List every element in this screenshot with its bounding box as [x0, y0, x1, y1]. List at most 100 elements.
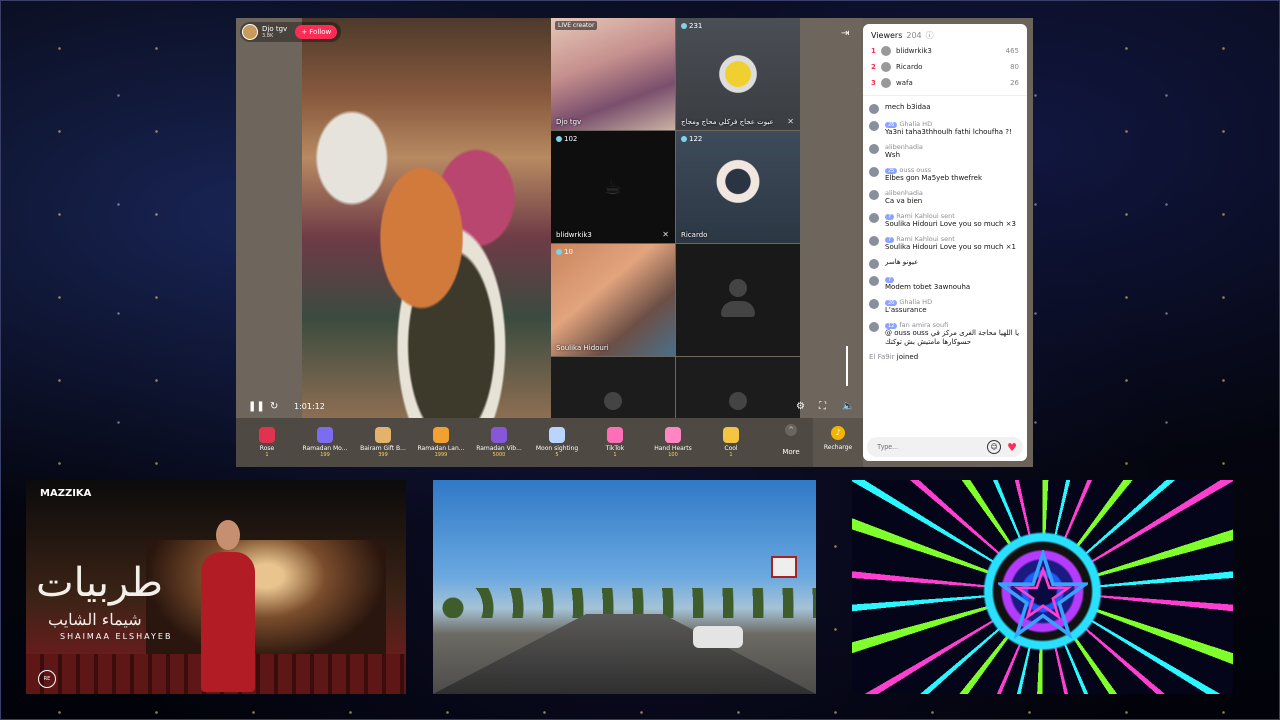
message-text: عيونو هاسر	[885, 258, 919, 266]
message-text: mech b3idaa	[885, 103, 931, 111]
volume-icon[interactable]: 🔈	[842, 401, 854, 412]
video-area: Djo tgv 3.8K + Follow LIVE creator Djo t…	[236, 18, 863, 467]
gift-icon	[607, 427, 623, 443]
chat-message[interactable]: 7 Modem tobet 3awnouha	[863, 272, 1027, 295]
pause-icon[interactable]: ❚❚	[248, 401, 265, 412]
score-icon	[681, 136, 687, 142]
viewer-name: wafa	[896, 79, 913, 87]
guest-score: 102	[556, 135, 577, 143]
gift-price: 1	[265, 452, 269, 458]
avatar	[881, 46, 891, 56]
music-video-panel[interactable]: MAZZIKA طربيات شيماء الشايب SHAIMAA ELSH…	[26, 480, 406, 694]
chat-message[interactable]: 7 Rami Kahloui sent Soulika Hidouri Love y…	[863, 209, 1027, 232]
live-creator-badge: LIVE creator	[555, 21, 598, 30]
chat-message[interactable]: 25 ouss ouss Elbes gon Ma5yeb thwefrek	[863, 163, 1027, 186]
road	[433, 614, 816, 694]
message-author: 12 fan amira soufi	[885, 321, 1021, 329]
gift-item[interactable]: Hand Hearts 100	[644, 427, 702, 458]
gift-item[interactable]: TikTok 1	[586, 427, 644, 458]
gift-name: Moon sighting	[535, 445, 579, 452]
live-stream-window: Djo tgv 3.8K + Follow LIVE creator Djo t…	[236, 18, 1033, 467]
follow-button[interactable]: + Follow	[295, 25, 338, 39]
host-info[interactable]: Djo tgv 3.8K + Follow	[240, 22, 342, 42]
info-icon[interactable]: ⓘ	[926, 30, 934, 41]
guest-tile[interactable]: 102 ☕ blidwrkik3 ✕	[551, 131, 675, 243]
top-viewer-row[interactable]: 2 Ricardo 80	[863, 59, 1027, 75]
chat-message[interactable]: alibenhadia Ca va bien	[863, 186, 1027, 209]
parked-car	[693, 626, 743, 648]
message-author: 26 Ghalia HD	[885, 298, 932, 306]
chat-message[interactable]: alibenhadia Wsh	[863, 140, 1027, 163]
host-avatar[interactable]	[242, 24, 258, 40]
volume-slider[interactable]	[846, 346, 848, 386]
empty-seat[interactable]	[676, 244, 800, 356]
main-video-feed[interactable]	[302, 18, 551, 418]
gift-item[interactable]: Ramadan Lan... 1999	[412, 427, 470, 458]
chat-message[interactable]: 12 fan amira soufi @ ouss ouss يا اللهيا م…	[863, 318, 1027, 350]
gift-name: Bairam Gift B...	[360, 445, 406, 452]
stage-image	[146, 540, 386, 660]
avatar	[869, 144, 879, 154]
score-icon	[556, 249, 562, 255]
guest-tile[interactable]: LIVE creator Djo tgv	[551, 18, 675, 130]
artist-name-arabic: شيماء الشايب	[48, 610, 142, 629]
viewers-header[interactable]: Viewers 204 ⓘ	[863, 24, 1027, 43]
gift-price: 399	[378, 452, 388, 458]
guest-score: 122	[681, 135, 702, 143]
gift-item[interactable]: Moon sighting 5	[528, 427, 586, 458]
song-title: طربيات	[36, 560, 163, 606]
guest-tile[interactable]: 122 Ricardo	[676, 131, 800, 243]
chat-input[interactable]	[875, 442, 988, 452]
gift-icon	[491, 427, 507, 443]
like-heart-icon[interactable]: ♥	[1007, 441, 1017, 454]
guest-name: blidwrkik3	[556, 231, 592, 239]
gift-item[interactable]: Ramadan Mo... 199	[296, 427, 354, 458]
driving-video-panel[interactable]	[433, 480, 816, 694]
avatar	[869, 236, 879, 246]
gift-price: 5	[555, 452, 559, 458]
viewer-name: blidwrkik3	[896, 47, 932, 55]
gift-price: 100	[668, 452, 678, 458]
guest-score: 231	[681, 22, 702, 30]
gift-item[interactable]: Ramadan Vib... 5000	[470, 427, 528, 458]
guest-tile[interactable]: 10 Soulika Hidouri	[551, 244, 675, 356]
neon-star-icon	[998, 550, 1088, 640]
more-gifts-button[interactable]: ^ More	[776, 424, 806, 456]
neon-tunnel-panel[interactable]	[852, 480, 1233, 694]
gift-price: 1	[613, 452, 617, 458]
gift-item[interactable]: Cool 1	[702, 427, 760, 458]
top-viewer-row[interactable]: 1 blidwrkik3 465	[863, 43, 1027, 59]
gift-item[interactable]: Rose 1	[238, 427, 296, 458]
chat-message[interactable]: mech b3idaa	[863, 100, 1027, 117]
gift-name: Cool	[724, 445, 738, 452]
chat-message[interactable]: 7 Rami Kahloui sent Soulika Hidouri Love y…	[863, 232, 1027, 255]
emoji-icon[interactable]: ☺	[987, 440, 1002, 454]
gift-price: 5000	[492, 452, 506, 458]
chat-message[interactable]: 26 Ghalia HD L'assurance	[863, 295, 1027, 318]
chat-message[interactable]: 26 Ghalia HD Ya3ni taha3thhoulh fathi lcho…	[863, 117, 1027, 140]
top-viewer-row[interactable]: 3 wafa 26	[863, 75, 1027, 91]
fullscreen-icon[interactable]: ⛶	[819, 401, 826, 412]
chat-panel: ⇥ Viewers 204 ⓘ 1 blidwrkik3 465 2 Ricardo 80…	[841, 18, 1033, 467]
avatar	[869, 167, 879, 177]
viewer-score: 26	[1010, 79, 1019, 87]
gift-item[interactable]: Bairam Gift B... 399	[354, 427, 412, 458]
message-author: 7	[885, 275, 970, 283]
chat-message[interactable]: عيونو هاسر	[863, 255, 1027, 272]
avatar	[869, 213, 879, 223]
message-text: Wsh	[885, 151, 901, 159]
channel-logo: MAZZIKA	[40, 488, 92, 499]
gift-icon	[433, 427, 449, 443]
coffee-cup-icon: ☕	[604, 175, 622, 199]
recharge-button[interactable]: ♪ Recharge	[813, 418, 863, 467]
gift-name: Ramadan Lan...	[417, 445, 465, 452]
gift-icon	[665, 427, 681, 443]
message-author: 25 ouss ouss	[885, 166, 982, 174]
refresh-icon[interactable]: ↻	[270, 401, 278, 412]
guest-score: 10	[556, 248, 573, 256]
settings-icon[interactable]: ⚙	[796, 401, 805, 412]
collapse-chat-icon[interactable]: ⇥	[841, 28, 849, 39]
guest-tile[interactable]: 231 عبوت عجاج فركلي محاج ومجاج ✕	[676, 18, 800, 130]
avatar	[869, 322, 879, 332]
message-author: 7 Rami Kahloui sent	[885, 212, 1016, 220]
